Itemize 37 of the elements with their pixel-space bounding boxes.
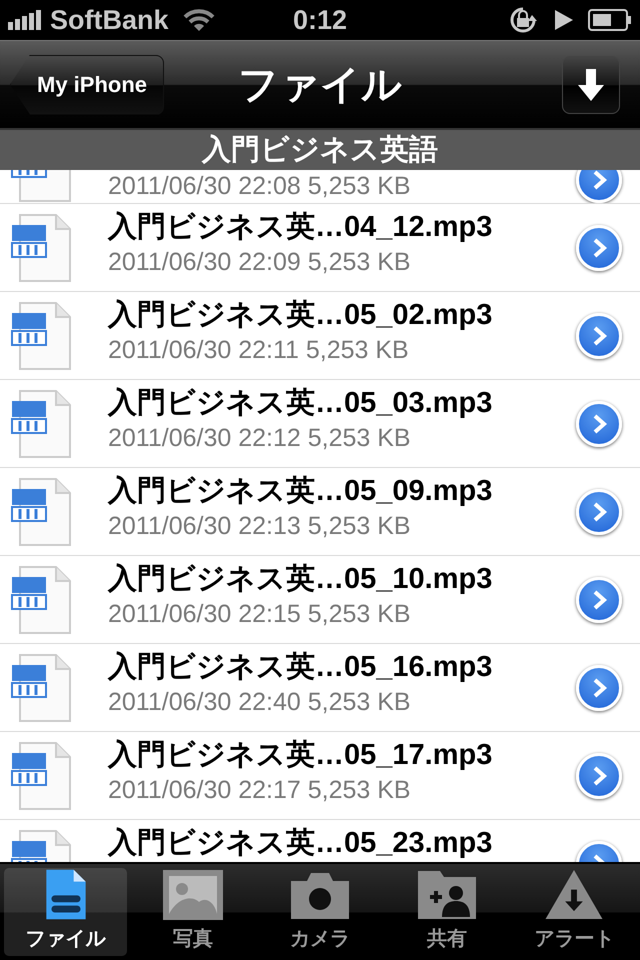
tab[interactable]: アラート <box>512 868 636 956</box>
file-name: 入門ビジネス英…05_16.mp3 <box>108 652 494 682</box>
file-info: 2011/06/30 22:09 5,253 KB <box>108 248 412 278</box>
file-info: 2011/06/30 22:17 5,253 KB <box>108 776 412 806</box>
play-icon <box>554 9 574 31</box>
carrier-name: SoftBank <box>50 4 169 36</box>
file-info: 2011/06/30 22:13 5,253 KB <box>108 512 412 542</box>
file-name: 入門ビジネス英…05_23.mp3 <box>108 828 494 858</box>
file-name: 入門ビジネス英…05_10.mp3 <box>108 564 494 594</box>
nav-title: ファイル <box>238 62 402 109</box>
clock-time: 0:12 <box>292 4 348 36</box>
file-name: 入門ビジネス英…05_17.mp3 <box>108 740 494 770</box>
file-info: 2011/06/30 22:11 5,253 KB <box>108 336 410 366</box>
photo-icon <box>162 869 224 921</box>
signal-icon <box>8 10 44 30</box>
file-name: 入門ビジネス英…05_09.mp3 <box>108 476 494 506</box>
wifi-icon <box>182 8 215 32</box>
detail-disclosure-button[interactable] <box>576 170 622 203</box>
battery-icon <box>588 9 632 31</box>
camera-icon <box>289 871 351 921</box>
tab[interactable]: 共有 <box>386 868 509 956</box>
file-name: 入門ビジネス英…05_03.mp3 <box>108 388 494 418</box>
tab[interactable]: 写真 <box>131 868 254 956</box>
file-info: 2011/06/30 22:08 5,253 KB <box>108 172 412 202</box>
alert-icon <box>543 868 606 921</box>
file-name: 入門ビジネス英…04_12.mp3 <box>108 212 494 242</box>
download-button[interactable] <box>562 56 620 114</box>
tab[interactable]: ファイル <box>4 868 128 956</box>
back-button[interactable]: My iPhone <box>10 54 164 114</box>
shared-folder-icon <box>416 869 478 921</box>
section-header: 入門ビジネス英語 <box>0 128 640 170</box>
file-name: 入門ビジネス英…05_02.mp3 <box>108 300 494 330</box>
down-arrow-icon <box>578 68 604 100</box>
file-info: 2011/06/30 22:15 5,253 KB <box>108 600 412 630</box>
tab[interactable]: カメラ <box>258 868 382 956</box>
file-info: 2011/06/30 22:12 5,253 KB <box>108 424 412 454</box>
file-info: 2011/06/30 22:40 5,253 KB <box>108 688 412 718</box>
